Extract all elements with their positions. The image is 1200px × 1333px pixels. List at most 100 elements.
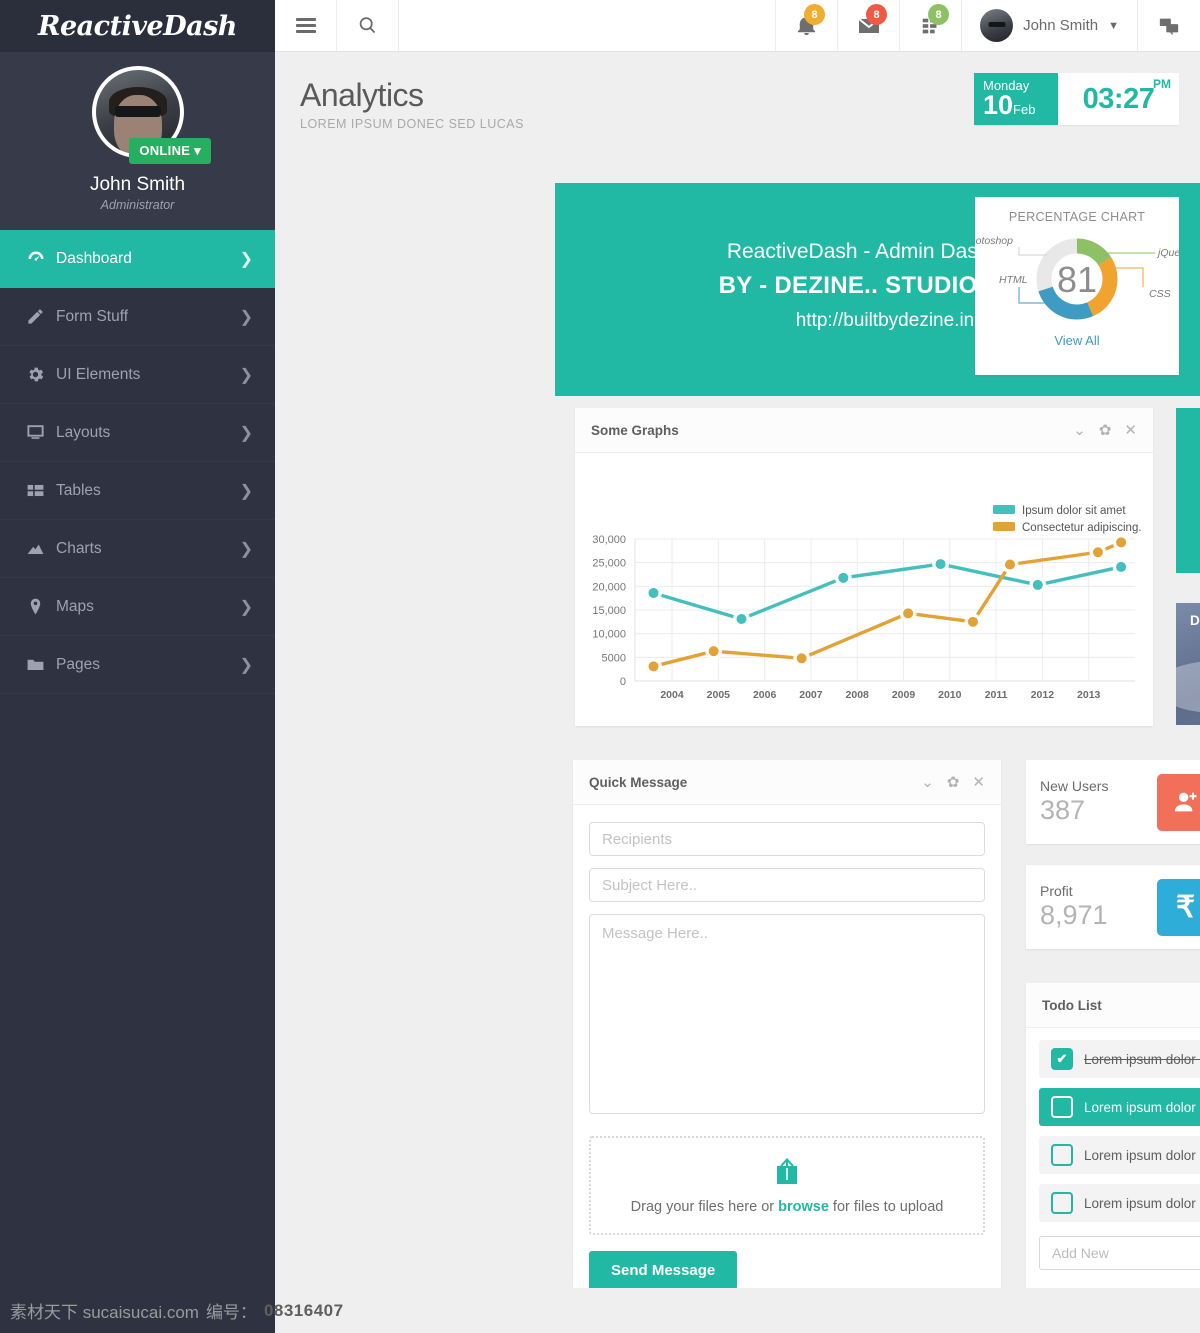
- recipients-input[interactable]: [589, 822, 985, 856]
- data-point: [646, 585, 661, 600]
- sidebar-item-label: Maps: [56, 597, 94, 615]
- todo-add-input[interactable]: [1039, 1236, 1200, 1270]
- datetime-date-value: 10: [983, 90, 1014, 120]
- data-point: [836, 570, 851, 585]
- sun-cloud-icon: [1194, 643, 1200, 701]
- sidebar-item-label: Form Stuff: [56, 307, 129, 325]
- datetime-time-block: PM 03:27: [1058, 73, 1179, 125]
- stat-card-new-users[interactable]: New Users 387: [1026, 760, 1200, 844]
- notifications-button[interactable]: 8: [776, 0, 839, 51]
- brand-name: ReactiveDash: [38, 10, 237, 42]
- chart-icon: [26, 539, 56, 558]
- todo-item-text: Lorem ipsum dolor sit amet, consectetur.: [1084, 1051, 1200, 1067]
- todo-item[interactable]: ✔ Lorem ipsum dolor sit amet, consectetu…: [1039, 1040, 1200, 1078]
- rupee-icon: ₹: [1157, 878, 1200, 936]
- data-point: [1003, 557, 1017, 572]
- stat-card-profit[interactable]: Profit 8,971 ₹: [1026, 865, 1200, 949]
- donut-label-jquery: jQuery: [1156, 247, 1179, 259]
- chevron-right-icon: ❯: [239, 424, 253, 442]
- sidebar-item-label: Dashboard: [56, 249, 132, 267]
- profile-name: John Smith: [89, 174, 186, 195]
- main-content: Analytics LOREM IPSUM DONEC SED LUCAS Mo…: [275, 52, 1200, 1326]
- collapse-icon[interactable]: ⌄: [921, 775, 934, 790]
- todo-checkbox[interactable]: ✔: [1051, 1048, 1073, 1070]
- todo-item[interactable]: Lorem ipsum dolor sit amet, consectetur.…: [1039, 1136, 1200, 1174]
- menu-toggle-button[interactable]: [275, 0, 337, 51]
- subject-input[interactable]: [589, 868, 985, 902]
- data-point: [646, 659, 661, 674]
- sidebar-item-form-stuff[interactable]: Form Stuff ❯: [0, 288, 275, 346]
- todo-item[interactable]: Lorem ipsum dolor sit amet, consectetur.…: [1039, 1184, 1200, 1222]
- gear-icon[interactable]: ✿: [947, 775, 960, 790]
- grid-icon: [26, 481, 56, 500]
- quick-message-title: Quick Message: [589, 774, 688, 790]
- donut-center-value: 81: [1057, 259, 1097, 300]
- user-menu-name: John Smith: [1023, 17, 1099, 34]
- todo-checkbox[interactable]: [1051, 1192, 1073, 1214]
- todo-checkbox[interactable]: [1051, 1144, 1073, 1166]
- sidebar-item-label: UI Elements: [56, 365, 141, 383]
- user-plus-icon: [1157, 773, 1200, 831]
- chevron-right-icon: ❯: [239, 482, 253, 500]
- view-all-link[interactable]: View All: [975, 333, 1179, 348]
- tasks-button[interactable]: 8: [900, 0, 963, 51]
- x-axis-tick: 2012: [1031, 689, 1055, 701]
- data-point: [933, 557, 948, 572]
- chevron-right-icon: ❯: [239, 598, 253, 616]
- sidebar-item-charts[interactable]: Charts ❯: [0, 520, 275, 578]
- x-axis-tick: 2004: [660, 689, 684, 701]
- graph-panel-body: Ipsum dolor sit amet Consectetur adipisci…: [575, 453, 1153, 725]
- data-point: [1030, 577, 1045, 592]
- sidebar-item-label: Tables: [56, 481, 101, 499]
- chat-button[interactable]: [1138, 0, 1200, 51]
- quick-message-tools: ⌄ ✿ ✕: [921, 775, 985, 790]
- sidebar-item-tables[interactable]: Tables ❯: [0, 462, 275, 520]
- sidebar-item-ui-elements[interactable]: UI Elements ❯: [0, 346, 275, 404]
- watermark-site: 素材天下 sucaisucai.com: [10, 1303, 199, 1322]
- stat-value: 8,971: [1040, 900, 1108, 930]
- sidebar-item-dashboard[interactable]: Dashboard ❯: [0, 230, 275, 288]
- messages-badge: 8: [866, 4, 888, 25]
- todo-item-text: Lorem ipsum dolor sit amet, consectetur.: [1084, 1195, 1200, 1211]
- send-message-button[interactable]: Send Message: [589, 1251, 738, 1290]
- user-menu[interactable]: John Smith ▼: [962, 0, 1138, 51]
- chat-icon: [1159, 18, 1179, 35]
- close-icon[interactable]: ✕: [1124, 423, 1137, 438]
- y-axis-tick: 0: [620, 676, 626, 688]
- upload-icon: [777, 1158, 797, 1184]
- datetime-date-number: 10Feb: [983, 90, 1049, 122]
- message-textarea[interactable]: [589, 914, 985, 1114]
- watermark-bar: 素材天下 sucaisucai.com 编号： 08316407: [0, 1288, 1200, 1333]
- browse-link[interactable]: browse: [778, 1199, 829, 1215]
- sidebar-item-label: Layouts: [56, 423, 111, 441]
- weather-city: Delhi - India: [1190, 613, 1200, 628]
- messages-button[interactable]: 8: [838, 0, 901, 51]
- quick-message-panel: Quick Message ⌄ ✿ ✕ Drag your files here…: [573, 760, 1001, 1326]
- gear-icon[interactable]: ✿: [1099, 423, 1112, 438]
- online-status-dropdown[interactable]: ONLINE ▾: [129, 138, 211, 164]
- todo-add-row: +: [1039, 1236, 1200, 1270]
- file-dropzone[interactable]: Drag your files here or browse for files…: [589, 1136, 985, 1235]
- graph-panel-header: Some Graphs ⌄ ✿ ✕: [575, 408, 1153, 453]
- chevron-right-icon: ❯: [239, 308, 253, 326]
- percentage-chart-title: PERCENTAGE CHART: [1008, 210, 1146, 224]
- sidebar-item-pages[interactable]: Pages ❯: [0, 636, 275, 694]
- sidebar: ReactiveDash ONLINE ▾ John Smith Adminis…: [0, 0, 275, 1288]
- datetime-widget: Monday 10Feb PM 03:27: [974, 73, 1179, 125]
- sidebar-item-layouts[interactable]: Layouts ❯: [0, 404, 275, 462]
- sidebar-item-maps[interactable]: Maps ❯: [0, 578, 275, 636]
- page-subtitle: LOREM IPSUM DONEC SED LUCAS: [300, 117, 524, 131]
- watermark-text: 素材天下 sucaisucai.com 编号： 08316407: [0, 1298, 344, 1323]
- x-axis-tick: 2007: [799, 689, 823, 701]
- data-point: [1114, 535, 1129, 550]
- user-avatar: [980, 9, 1014, 42]
- todo-item[interactable]: Lorem ipsum dolor sit amet, consectetur.…: [1039, 1088, 1200, 1126]
- watermark-code: 08316407: [263, 1300, 344, 1320]
- close-icon[interactable]: ✕: [972, 775, 985, 790]
- pin-icon: [26, 597, 56, 616]
- collapse-icon[interactable]: ⌄: [1073, 423, 1086, 438]
- todo-checkbox[interactable]: [1051, 1096, 1073, 1118]
- datetime-month: Feb: [1013, 102, 1036, 117]
- search-button[interactable]: [337, 0, 399, 51]
- brand-logo[interactable]: ReactiveDash: [0, 0, 275, 52]
